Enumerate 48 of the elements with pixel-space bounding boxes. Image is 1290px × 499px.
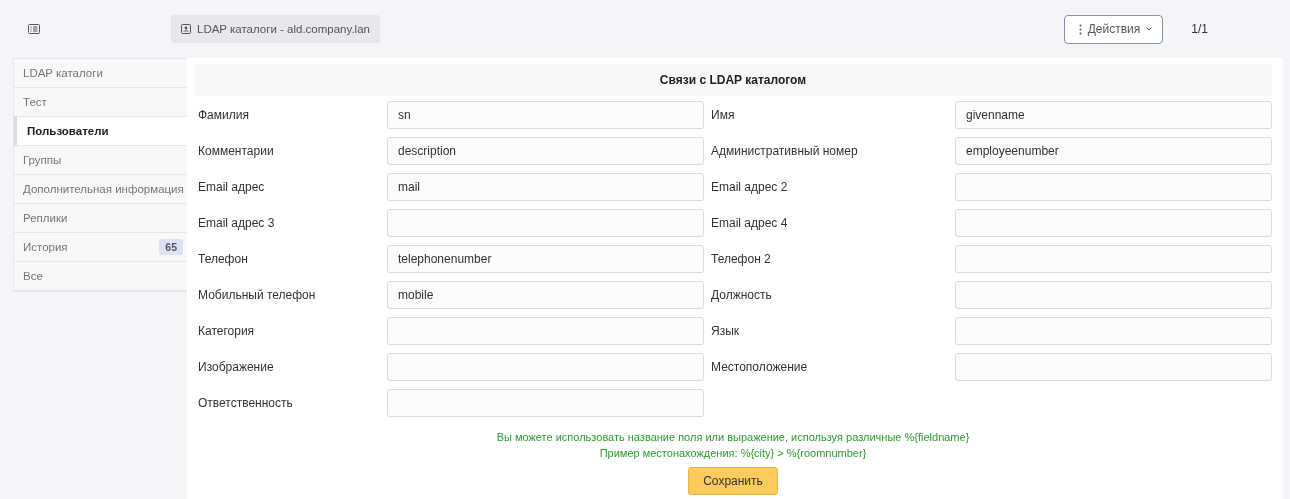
breadcrumb-tab[interactable]: LDAP каталоги - ald.company.lan bbox=[171, 15, 380, 43]
field-label: Должность bbox=[710, 288, 773, 302]
field-label: Email адрес 2 bbox=[710, 180, 789, 194]
field-label: Телефон 2 bbox=[710, 252, 772, 266]
input-field[interactable] bbox=[387, 209, 704, 237]
count-badge: 65 bbox=[159, 239, 183, 255]
field-label: Имя bbox=[710, 108, 736, 122]
input-field[interactable]: givenname bbox=[955, 101, 1272, 129]
input-field[interactable] bbox=[387, 353, 704, 381]
field-label: Изображение bbox=[198, 360, 275, 374]
input-field[interactable] bbox=[955, 281, 1272, 309]
input-field[interactable]: employeenumber bbox=[955, 137, 1272, 165]
list-icon[interactable] bbox=[28, 24, 40, 34]
field-label: Email адрес 4 bbox=[710, 216, 789, 230]
hint-text: Пример местонахождения: %{city} > %{roomnumber} bbox=[599, 446, 867, 461]
field-label: Административный номер bbox=[710, 144, 859, 158]
field-label: Фамилия bbox=[198, 108, 250, 122]
input-field[interactable] bbox=[955, 209, 1272, 237]
sidebar-item[interactable]: Пользователи bbox=[14, 117, 187, 146]
input-field[interactable]: telephonenumber bbox=[387, 245, 704, 273]
input-field[interactable] bbox=[955, 353, 1272, 381]
caret-icon bbox=[1146, 27, 1153, 31]
input-field[interactable]: mobile bbox=[387, 281, 704, 309]
input-field[interactable] bbox=[387, 317, 704, 345]
field-label: Язык bbox=[710, 324, 741, 338]
field-label: Email адрес bbox=[198, 180, 266, 194]
field-label: Категория bbox=[198, 324, 256, 338]
hint-text: Вы можете использовать название поля или выражение, используя различные %{fieldname} bbox=[496, 430, 970, 445]
save-button[interactable]: Сохранить bbox=[688, 467, 778, 495]
field-label: Email адрес 3 bbox=[198, 216, 276, 230]
field-label: Мобильный телефон bbox=[198, 288, 317, 302]
section-header: Связи с LDAP каталогом bbox=[194, 64, 1272, 96]
input-field[interactable] bbox=[955, 317, 1272, 345]
actions-button[interactable]: Действия bbox=[1063, 14, 1164, 44]
input-field[interactable]: mail bbox=[387, 173, 704, 201]
field-label: Телефон bbox=[198, 252, 249, 266]
input-field[interactable] bbox=[955, 173, 1272, 201]
input-field[interactable]: sn bbox=[387, 101, 704, 129]
kebab-menu-icon bbox=[1078, 23, 1082, 35]
input-field[interactable] bbox=[387, 389, 704, 417]
input-field[interactable]: description bbox=[387, 137, 704, 165]
field-label: Комментарии bbox=[198, 144, 275, 158]
contact-card-icon bbox=[181, 24, 191, 34]
input-field[interactable] bbox=[955, 245, 1272, 273]
page-counter: 1/1 bbox=[1191, 22, 1208, 36]
field-label: Местоположение bbox=[710, 360, 809, 374]
sidebar-item[interactable]: История 65 bbox=[14, 233, 187, 262]
field-label: Ответственность bbox=[198, 396, 294, 410]
